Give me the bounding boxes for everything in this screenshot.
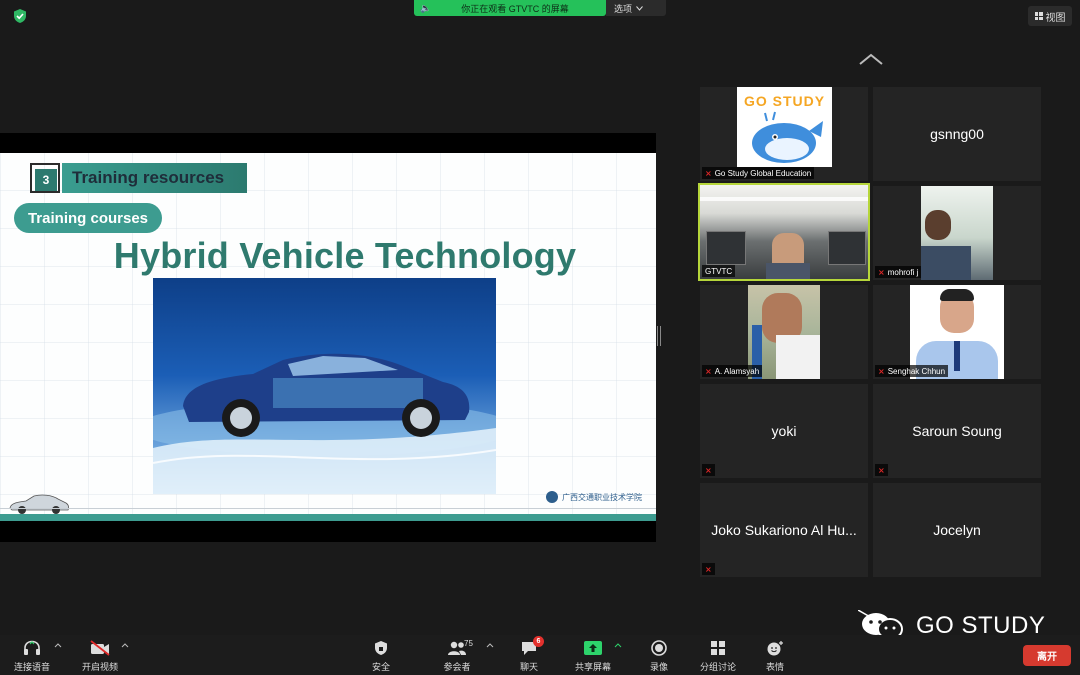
slide-footer-band	[0, 514, 656, 521]
presentation-slide: 3 Training resources Training courses Hy…	[0, 153, 656, 521]
participant-name: Senghak Chhun	[887, 366, 946, 376]
chevron-up-icon[interactable]	[486, 643, 494, 648]
slide-footer-line	[0, 508, 656, 509]
section-title: Training resources	[72, 168, 225, 187]
whale-logo-icon	[752, 111, 823, 163]
participant-tile[interactable]: ⨯ mohrofi j	[873, 186, 1041, 280]
chevron-up-icon[interactable]	[614, 643, 622, 648]
headphones-icon	[24, 640, 40, 655]
view-options-button[interactable]: 选项	[606, 0, 666, 16]
hybrid-car-image	[153, 278, 496, 494]
security-label: 安全	[372, 662, 391, 672]
smiley-icon	[767, 641, 783, 656]
share-screen-button[interactable]: 共享屏幕	[575, 639, 611, 673]
video-off-icon	[90, 640, 110, 656]
participants-button[interactable]: 75 参会者	[442, 639, 472, 673]
options-label: 选项	[614, 3, 633, 14]
chevron-up-icon[interactable]	[54, 643, 62, 648]
zoom-window: 🔈 你正在观看 GTVTC 的屏幕 选项 视图 3 Training resou…	[0, 0, 1080, 675]
participant-tile[interactable]: yoki ⨯	[700, 384, 868, 478]
split-resize-handle[interactable]	[657, 326, 661, 346]
chat-unread-badge: 6	[533, 636, 544, 647]
speaker-icon: 🔈	[420, 2, 432, 13]
participant-center-name: Joko Sukariono Al Hu...	[711, 522, 857, 538]
record-button[interactable]: 录像	[650, 639, 668, 673]
participant-center-name: Jocelyn	[933, 522, 981, 538]
participant-name: Go Study Global Education	[714, 168, 812, 178]
mic-off-icon: ⨯	[705, 564, 712, 574]
participant-name: mohrofi j	[887, 267, 919, 277]
shield-check-icon[interactable]	[12, 8, 28, 24]
breakout-rooms-label: 分组讨论	[700, 662, 737, 672]
view-label: 视图	[1045, 12, 1066, 24]
participant-name-tag: ⨯ A. Alamsyah	[702, 365, 763, 377]
grid-icon	[1034, 12, 1043, 20]
record-label: 录像	[650, 662, 669, 672]
meeting-toolbar: 连接语音 开启视频 安全 75 参会者 6 聊天 共享屏幕 录像 分组讨论 表情	[0, 635, 1080, 675]
participant-name-tag: ⨯	[702, 563, 715, 575]
participant-name-tag: ⨯	[875, 464, 888, 476]
participant-name-tag: GTVTC	[702, 265, 736, 277]
participant-name-tag: ⨯	[702, 464, 715, 476]
breakout-rooms-button[interactable]: 分组讨论	[700, 639, 736, 673]
participant-center-name: gsnng00	[930, 126, 984, 142]
participant-name-tag: ⨯ mohrofi j	[875, 266, 922, 278]
participant-tile[interactable]: ⨯ A. Alamsyah	[700, 285, 868, 379]
participants-count: 75	[464, 639, 473, 648]
shield-icon	[375, 641, 387, 655]
chevron-up-icon[interactable]	[858, 52, 884, 66]
mic-off-icon: ⨯	[878, 267, 885, 277]
participant-tile[interactable]: ⨯ Senghak Chhun	[873, 285, 1041, 379]
start-video-label: 开启视频	[82, 662, 119, 672]
start-video-button[interactable]: 开启视频	[82, 639, 118, 673]
breakout-rooms-icon	[711, 641, 725, 655]
chat-button[interactable]: 6 聊天	[520, 636, 544, 673]
view-button[interactable]: 视图	[1028, 6, 1072, 26]
chat-label: 聊天	[520, 662, 539, 672]
participant-tile-active-speaker[interactable]: GTVTC	[698, 183, 870, 281]
school-emblem-icon	[546, 491, 558, 503]
reactions-label: 表情	[766, 662, 785, 672]
school-logo-text: 广西交通职业技术学院	[562, 492, 642, 502]
viewing-share-banner: 🔈 你正在观看 GTVTC 的屏幕	[414, 0, 606, 16]
participant-name-tag: ⨯ Senghak Chhun	[875, 365, 949, 377]
participant-name: A. Alamsyah	[714, 366, 760, 376]
car-outline-icon	[9, 494, 69, 514]
participant-tile[interactable]: Joko Sukariono Al Hu... ⨯	[700, 483, 868, 577]
chevron-up-icon[interactable]	[121, 643, 129, 648]
slide-main-title: Hybrid Vehicle Technology	[113, 235, 577, 276]
participant-center-name: yoki	[771, 423, 797, 439]
share-screen-icon	[584, 641, 602, 655]
section-number: 3	[35, 169, 57, 191]
leave-meeting-button[interactable]: 离开	[1023, 645, 1071, 666]
security-button[interactable]: 安全	[372, 639, 390, 673]
participants-label: 参会者	[443, 662, 471, 672]
participant-tile[interactable]: Saroun Soung ⨯	[873, 384, 1041, 478]
mic-off-icon: ⨯	[705, 168, 712, 178]
mic-off-icon: ⨯	[878, 366, 885, 376]
go-study-avatar: GO STUDY	[737, 87, 832, 167]
training-courses-pill: Training courses	[14, 203, 162, 233]
participant-tile[interactable]: Jocelyn	[873, 483, 1041, 577]
participant-name: GTVTC	[705, 266, 733, 276]
car-illustration	[153, 353, 496, 494]
participant-video	[921, 186, 993, 280]
share-screen-label: 共享屏幕	[575, 662, 612, 672]
shared-screen[interactable]: 3 Training resources Training courses Hy…	[0, 133, 656, 542]
mic-off-icon: ⨯	[705, 366, 712, 376]
chevron-down-icon	[636, 5, 643, 11]
record-icon	[651, 640, 667, 656]
participant-center-name: Saroun Soung	[912, 423, 1002, 439]
reactions-button[interactable]: 表情	[766, 639, 784, 673]
join-audio-label: 连接语音	[14, 662, 51, 672]
participant-tile[interactable]: GO STUDY ⨯ Go Study Global Education	[700, 87, 868, 181]
participant-tile[interactable]: gsnng00	[873, 87, 1041, 181]
mic-off-icon: ⨯	[705, 465, 712, 475]
participant-name-tag: ⨯ Go Study Global Education	[702, 167, 815, 179]
join-audio-button[interactable]: 连接语音	[14, 639, 50, 673]
school-logo: 广西交通职业技术学院	[546, 491, 642, 503]
mic-off-icon: ⨯	[878, 465, 885, 475]
share-banner-text: 你正在观看 GTVTC 的屏幕	[461, 3, 569, 14]
